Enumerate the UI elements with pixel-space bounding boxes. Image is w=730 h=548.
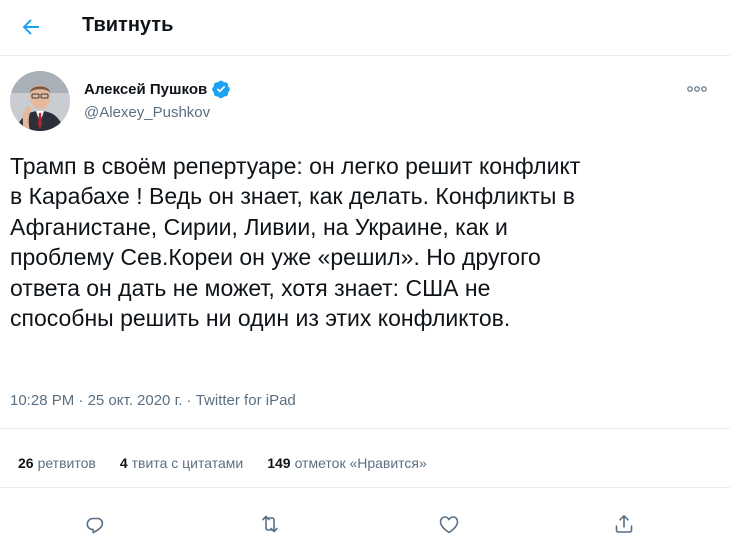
tweet-meta: 10:28 PM · 25 окт. 2020 г. · Twitter for…	[10, 392, 296, 409]
tweet-date[interactable]: 25 окт. 2020 г.	[88, 392, 183, 409]
likes-label: отметок «Нравится»	[294, 455, 427, 471]
likes-count: 149	[267, 455, 291, 471]
tweet-time[interactable]: 10:28 PM	[10, 392, 74, 409]
tweet-source[interactable]: Twitter for iPad	[196, 392, 296, 409]
tweet-text: Трамп в своём репертуаре: он легко решит…	[10, 153, 581, 332]
reply-icon	[86, 517, 104, 534]
meta-separator: ·	[182, 392, 196, 409]
quotes-stat[interactable]: 4 твита с цитатами	[120, 455, 243, 471]
author-name-row: Алексей Пушков	[84, 79, 231, 99]
divider	[0, 428, 730, 429]
divider	[0, 487, 730, 488]
tweet-stats: 26 ретвитов 4 твита с цитатами 149 отмет…	[18, 455, 451, 471]
meta-separator: ·	[74, 392, 88, 409]
retweets-stat[interactable]: 26 ретвитов	[18, 455, 96, 471]
author-handle[interactable]: @Alexey_Pushkov	[84, 104, 210, 121]
like-button[interactable]	[432, 507, 466, 541]
likes-stat[interactable]: 149 отметок «Нравится»	[267, 455, 427, 471]
retweets-label: ретвитов	[37, 455, 96, 471]
tweet-header: Твитнуть	[0, 0, 730, 56]
more-options-button[interactable]	[682, 78, 712, 100]
more-dots-icon	[687, 86, 707, 92]
share-icon	[615, 515, 633, 533]
avatar[interactable]	[10, 71, 70, 131]
back-button[interactable]	[14, 10, 48, 44]
like-icon	[439, 516, 459, 534]
retweet-button[interactable]	[253, 507, 287, 541]
verified-badge-icon	[211, 79, 231, 99]
quotes-count: 4	[119, 455, 128, 471]
page-title: Твитнуть	[82, 14, 174, 36]
retweet-icon	[262, 515, 278, 533]
arrow-left-icon	[22, 19, 39, 35]
author-display-name[interactable]: Алексей Пушков	[84, 81, 207, 98]
tweet-actions	[0, 507, 730, 541]
quotes-label: твита с цитатами	[131, 455, 244, 471]
share-button[interactable]	[607, 507, 641, 541]
reply-button[interactable]	[78, 507, 112, 541]
retweets-count: 26	[18, 455, 34, 471]
